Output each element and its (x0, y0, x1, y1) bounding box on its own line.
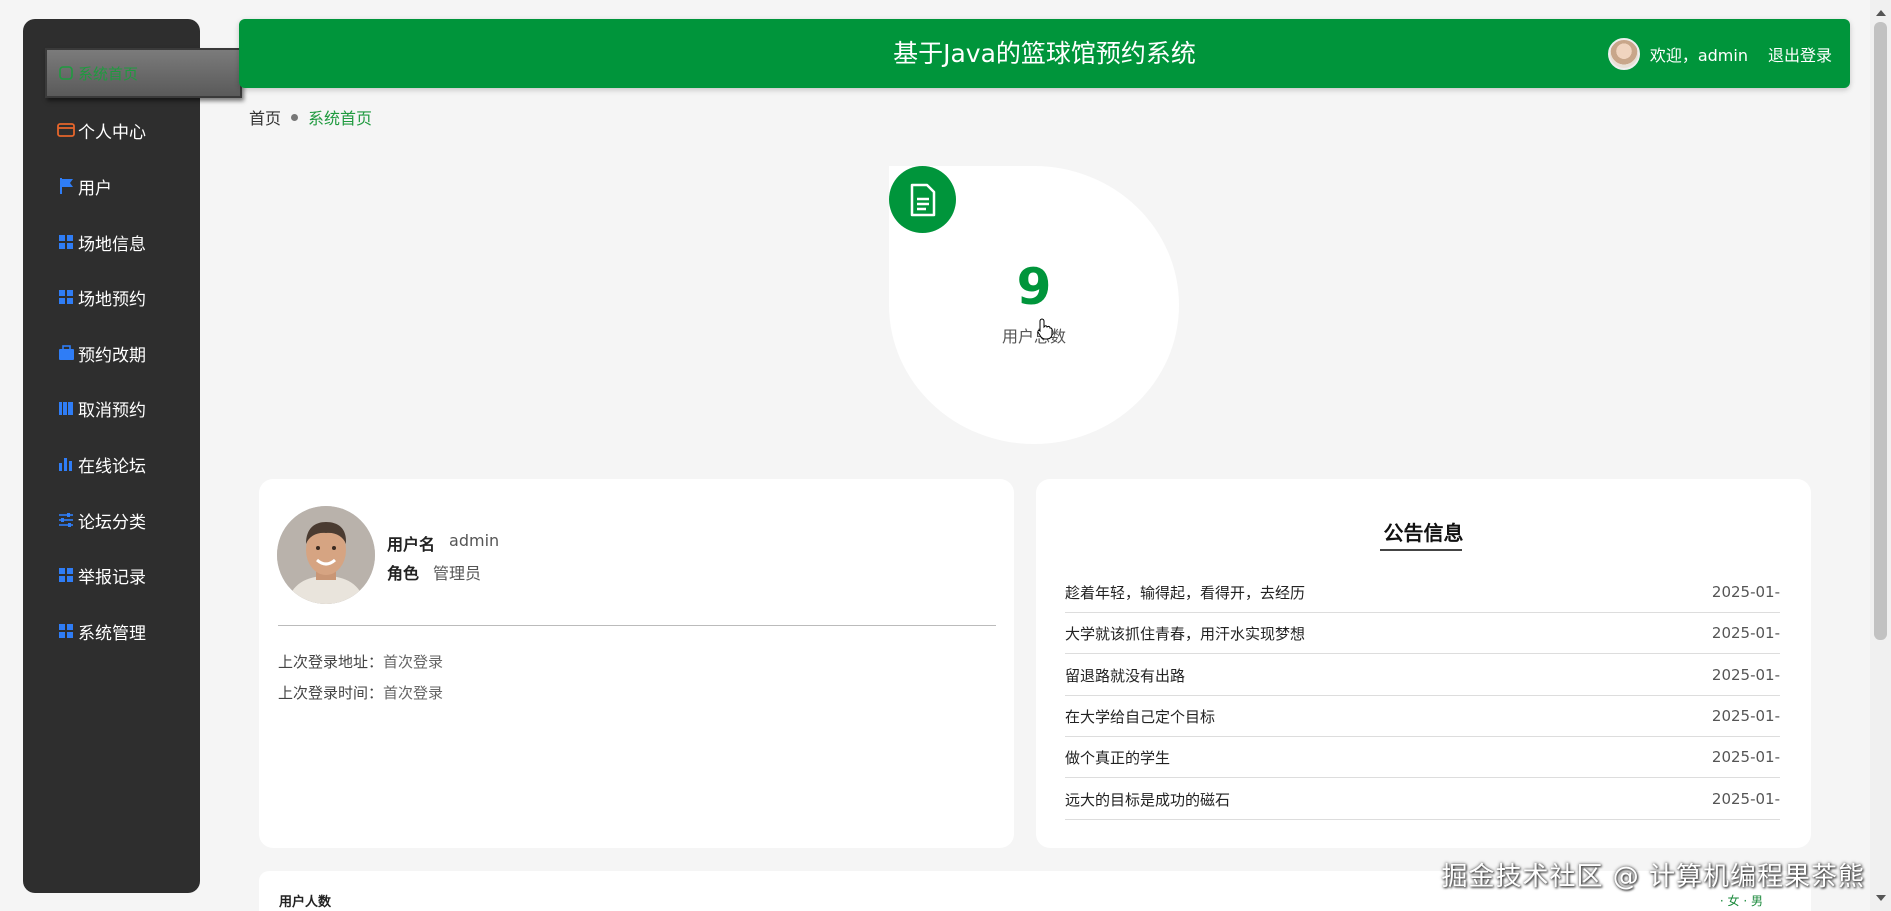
scroll-up-icon[interactable] (1876, 10, 1886, 16)
breadcrumb: 首页 系统首页 (249, 105, 372, 129)
notice-item-title: 远大的目标是成功的磁石 (1065, 790, 1231, 809)
breadcrumb-separator (291, 113, 299, 121)
sidebar-item-label: 取消预约 (78, 400, 146, 421)
sidebar-item-profile[interactable]: 个人中心 (23, 108, 200, 152)
notice-item-date: 2025-01- (1711, 790, 1780, 808)
sidebar-item-forum-category[interactable]: 论坛分类 (23, 498, 200, 542)
hand-cursor-icon (1037, 318, 1053, 344)
notice-item-title: 大学就该抓住青春，用汗水实现梦想 (1065, 624, 1306, 643)
notice-item-date: 2025-01- (1711, 583, 1780, 601)
grid-icon (57, 233, 75, 251)
sidebar-item-label: 场地信息 (78, 234, 146, 255)
last-login-time-key: 上次登录时间： (278, 684, 384, 702)
notice-card: 公告信息 趁着年轻，输得起，看得开，去经历 2025-01- 大学就该抓住青春，… (1036, 479, 1811, 848)
document-icon (889, 166, 956, 233)
user-area: 欢迎，admin 退出登录 (1607, 19, 1832, 88)
profile-card: 用户名 admin 角色 管理员 上次登录地址：首次登录 上次登录时间：首次登录 (259, 479, 1014, 848)
last-login-ip-key: 上次登录地址： (278, 653, 384, 671)
sidebar-item-users[interactable]: 用户 (23, 164, 200, 208)
grid-icon (57, 566, 75, 584)
sidebar-item-booking[interactable]: 场地预约 (23, 275, 200, 319)
watermark: 掘金技术社区 @ 计算机编程果茶熊 (1441, 862, 1865, 892)
last-login-time-value: 首次登录 (383, 684, 444, 702)
notice-item[interactable]: 远大的目标是成功的磁石 2025-01- (1065, 779, 1780, 820)
notice-item[interactable]: 做个真正的学生 2025-01- (1065, 737, 1780, 778)
sidebar-item-venues[interactable]: 场地信息 (23, 220, 200, 264)
sidebar-item-label: 系统首页 (78, 64, 139, 83)
notice-item-date: 2025-01- (1711, 707, 1780, 725)
notice-item[interactable]: 在大学给自己定个目标 2025-01- (1065, 696, 1780, 737)
sidebar-item-cancel[interactable]: 取消预约 (23, 386, 200, 430)
notice-item-date: 2025-01- (1711, 624, 1780, 642)
avatar (277, 506, 375, 604)
user-count-value: 9 (1016, 258, 1052, 316)
sidebar-item-label: 预约改期 (78, 345, 146, 366)
notice-title-underline (1380, 549, 1462, 551)
notice-title: 公告信息 (1383, 521, 1464, 545)
divider (278, 625, 996, 626)
last-login-time: 上次登录时间：首次登录 (278, 682, 443, 703)
user-count-label: 用户总数 (1001, 327, 1066, 346)
sidebar-item-label: 系统管理 (78, 623, 146, 644)
last-login-ip-value: 首次登录 (383, 653, 444, 671)
sidebar-item-label: 在线论坛 (78, 456, 146, 477)
sidebar-item-label: 场地预约 (78, 289, 146, 310)
logout-button[interactable]: 退出登录 (1768, 42, 1832, 66)
notice-item-title: 趁着年轻，输得起，看得开，去经历 (1065, 583, 1306, 602)
welcome-text: 欢迎，admin (1649, 45, 1748, 65)
notice-item-title: 做个真正的学生 (1065, 748, 1171, 767)
sidebar-item-label: 个人中心 (78, 122, 146, 143)
role-row: 角色 管理员 (387, 560, 481, 584)
avatar[interactable] (1607, 37, 1640, 70)
card-icon (57, 121, 75, 139)
username-value: admin (449, 531, 500, 550)
sidebar-item-label: 论坛分类 (78, 512, 146, 533)
notice-item-date: 2025-01- (1711, 666, 1780, 684)
grid-icon (57, 622, 75, 640)
sidebar-item-reschedule[interactable]: 预约改期 (23, 331, 200, 375)
username-key: 用户名 (387, 535, 436, 554)
breadcrumb-home[interactable]: 首页 (249, 105, 281, 129)
notice-item-title: 留退路就没有出路 (1065, 666, 1186, 685)
sidebar-item-label: 举报记录 (78, 567, 146, 588)
sidebar-item-home[interactable]: 系统首页 (45, 48, 242, 98)
role-key: 角色 (387, 564, 420, 583)
notice-item[interactable]: 趁着年轻，输得起，看得开，去经历 2025-01- (1065, 572, 1780, 613)
role-value: 管理员 (433, 564, 482, 583)
sidebar-item-label: 用户 (78, 178, 112, 199)
sidebar-item-reports[interactable]: 举报记录 (23, 553, 200, 597)
notice-item-date: 2025-01- (1711, 748, 1780, 766)
bar-chart-icon (57, 455, 75, 473)
grid-icon (57, 288, 75, 306)
username-row: 用户名 admin (387, 531, 499, 555)
breadcrumb-current: 系统首页 (308, 109, 373, 128)
sliders-icon (57, 511, 75, 529)
last-login-ip: 上次登录地址：首次登录 (278, 651, 443, 672)
notice-item-title: 在大学给自己定个目标 (1065, 707, 1216, 726)
top-header: 基于Java的篮球馆预约系统 欢迎，admin 退出登录 (239, 19, 1850, 88)
notice-item[interactable]: 大学就该抓住青春，用汗水实现梦想 2025-01- (1065, 613, 1780, 654)
home-icon (57, 64, 75, 82)
flag-icon (57, 177, 75, 195)
scroll-down-icon[interactable] (1876, 895, 1886, 901)
scrollbar[interactable] (1870, 0, 1891, 911)
notice-item[interactable]: 留退路就没有出路 2025-01- (1065, 655, 1780, 696)
sidebar-item-forum[interactable]: 在线论坛 (23, 442, 200, 486)
chart-legend[interactable]: · 女 · 男 (1720, 892, 1763, 909)
sidebar-item-system[interactable]: 系统管理 (23, 609, 200, 653)
books-icon (57, 399, 75, 417)
scrollbar-thumb[interactable] (1874, 22, 1887, 640)
briefcase-icon (57, 344, 75, 362)
chart-title: 用户人数 (279, 895, 332, 910)
sidebar: 系统首页 个人中心 用户 场地信息 场地预约 预约改期 取消预约 在线论坛 论坛… (23, 19, 242, 893)
